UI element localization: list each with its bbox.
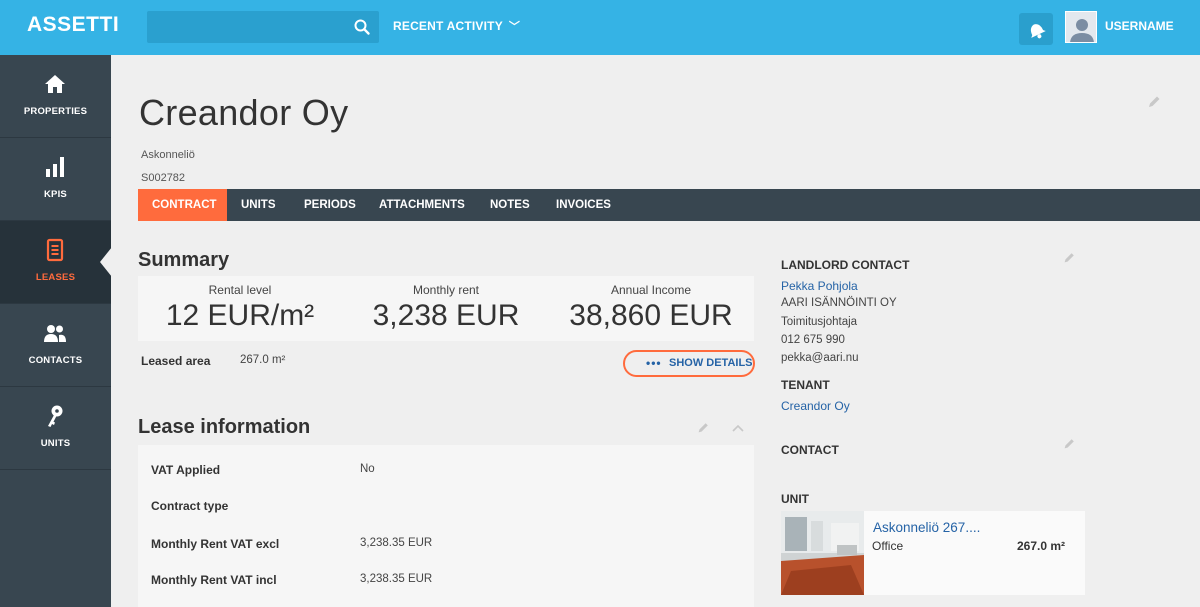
search-icon[interactable]	[353, 18, 371, 36]
contact-heading: CONTACT	[781, 443, 839, 457]
active-indicator	[100, 247, 112, 277]
row-value: No	[360, 463, 375, 475]
landlord-phone: 012 675 990	[781, 334, 845, 346]
row-label: VAT Applied	[151, 463, 221, 477]
lease-info-table: VAT Applied No Contract type Monthly Ren…	[138, 445, 754, 607]
unit-photo	[781, 511, 864, 595]
tenant-name-link[interactable]: Creandor Oy	[781, 399, 850, 413]
edit-pencil-icon[interactable]	[1062, 251, 1076, 265]
sidebar: PROPERTIES KPIS LEASES CONTACTS UNITS	[0, 55, 112, 607]
tenant-heading: TENANT	[781, 378, 830, 392]
kpi-monthly-rent: Monthly rent 3,238 EUR	[361, 283, 531, 333]
row-value: 3,238.35 EUR	[360, 573, 433, 585]
page-title: Creandor Oy	[139, 92, 349, 133]
edit-pencil-icon[interactable]	[1146, 94, 1162, 110]
kpi-annual-income: Annual Income 38,860 EUR	[566, 283, 736, 333]
chevron-up-icon[interactable]	[731, 421, 745, 435]
people-icon	[44, 325, 66, 342]
contract-code: S002782	[141, 172, 186, 184]
kpi-rental-level: Rental level 12 EUR/m²	[155, 283, 325, 333]
page-subtitle: Askonneliö	[141, 149, 195, 161]
tab-notes[interactable]: NOTES	[476, 189, 544, 221]
search-input[interactable]	[147, 11, 379, 43]
table-row: Monthly Rent VAT excl 3,238.35 EUR	[138, 525, 754, 561]
landlord-role: Toimitusjohtaja	[781, 316, 858, 328]
edit-pencil-icon[interactable]	[696, 421, 710, 435]
chevron-down-icon: ﹀	[508, 21, 521, 33]
notifications-button[interactable]	[1019, 13, 1053, 45]
more-dots-icon: •••	[646, 356, 662, 370]
kpi-value: 38,860 EUR	[569, 299, 733, 332]
sidebar-item-properties[interactable]: PROPERTIES	[0, 55, 111, 138]
show-details-button[interactable]: ••• SHOW DETAILS	[623, 350, 755, 377]
tab-periods[interactable]: PERIODS	[290, 189, 370, 221]
kpi-value: 12 EUR/m²	[165, 299, 315, 332]
kpi-label: Monthly rent	[412, 283, 480, 297]
leased-area-value: 267.0 m²	[240, 354, 286, 366]
document-icon	[46, 238, 64, 262]
sidebar-item-label: KPIS	[44, 189, 67, 200]
bell-icon	[1030, 24, 1046, 39]
row-label: Monthly Rent VAT excl	[151, 537, 280, 551]
unit-heading: UNIT	[781, 492, 809, 506]
summary-kpis: Rental level 12 EUR/m² Monthly rent 3,23…	[138, 276, 754, 341]
avatar[interactable]	[1065, 11, 1097, 43]
landlord-company: AARI ISÄNNÖINTI OY	[781, 297, 897, 309]
row-label: Monthly Rent VAT incl	[151, 573, 277, 587]
unit-card[interactable]: Askonneliö 267.... Office 267.0 m²	[781, 511, 1085, 595]
row-label: Contract type	[151, 499, 229, 513]
tab-bar: CONTRACT UNITS PERIODS ATTACHMENTS NOTES…	[138, 189, 1200, 221]
edit-pencil-icon[interactable]	[1062, 437, 1076, 451]
tab-contract[interactable]: CONTRACT	[138, 189, 227, 221]
top-bar: ASSETTI RECENT ACTIVITY ﹀ USERNAME	[0, 0, 1200, 55]
table-row: Monthly Rent VAT incl 3,238.35 EUR	[138, 561, 754, 597]
sidebar-item-label: PROPERTIES	[23, 106, 88, 117]
show-details-label: SHOW DETAILS	[669, 357, 753, 369]
home-icon	[45, 75, 65, 93]
recent-activity-menu[interactable]: RECENT ACTIVITY ﹀	[393, 18, 520, 34]
table-row: Contract type	[138, 487, 754, 523]
user-avatar-icon	[1066, 12, 1096, 42]
kpi-label: Annual Income	[610, 283, 692, 297]
sidebar-item-label: UNITS	[40, 438, 71, 449]
sidebar-item-contacts[interactable]: CONTACTS	[0, 304, 111, 387]
sidebar-item-kpis[interactable]: KPIS	[0, 138, 111, 221]
unit-area: 267.0 m²	[1017, 539, 1066, 553]
sidebar-item-leases[interactable]: LEASES	[0, 221, 112, 304]
tab-attachments[interactable]: ATTACHMENTS	[365, 189, 479, 221]
table-row: VAT Applied No	[138, 451, 754, 487]
leased-area-label: Leased area	[141, 354, 211, 368]
tab-units[interactable]: UNITS	[227, 189, 290, 221]
unit-photo-image	[781, 511, 864, 595]
sidebar-item-label: CONTACTS	[28, 355, 83, 366]
row-value: 3,238.35 EUR	[360, 537, 433, 549]
bar-chart-icon	[46, 157, 64, 177]
landlord-contact-heading: LANDLORD CONTACT	[781, 258, 910, 272]
app-logo[interactable]: ASSETTI	[27, 13, 119, 37]
sidebar-item-units[interactable]: UNITS	[0, 387, 111, 470]
kpi-label: Rental level	[208, 283, 272, 297]
sidebar-item-label: LEASES	[35, 272, 76, 283]
unit-type: Office	[872, 539, 904, 553]
lease-info-heading: Lease information	[138, 416, 311, 438]
key-icon	[48, 405, 63, 427]
recent-activity-label: RECENT ACTIVITY	[393, 19, 503, 33]
landlord-name-link[interactable]: Pekka Pohjola	[781, 279, 858, 293]
username[interactable]: USERNAME	[1105, 19, 1174, 33]
summary-heading: Summary	[138, 249, 230, 271]
kpi-value: 3,238 EUR	[372, 299, 520, 332]
unit-name-link[interactable]: Askonneliö 267....	[873, 520, 980, 535]
tab-invoices[interactable]: INVOICES	[542, 189, 625, 221]
landlord-email: pekka@aari.nu	[781, 352, 859, 364]
